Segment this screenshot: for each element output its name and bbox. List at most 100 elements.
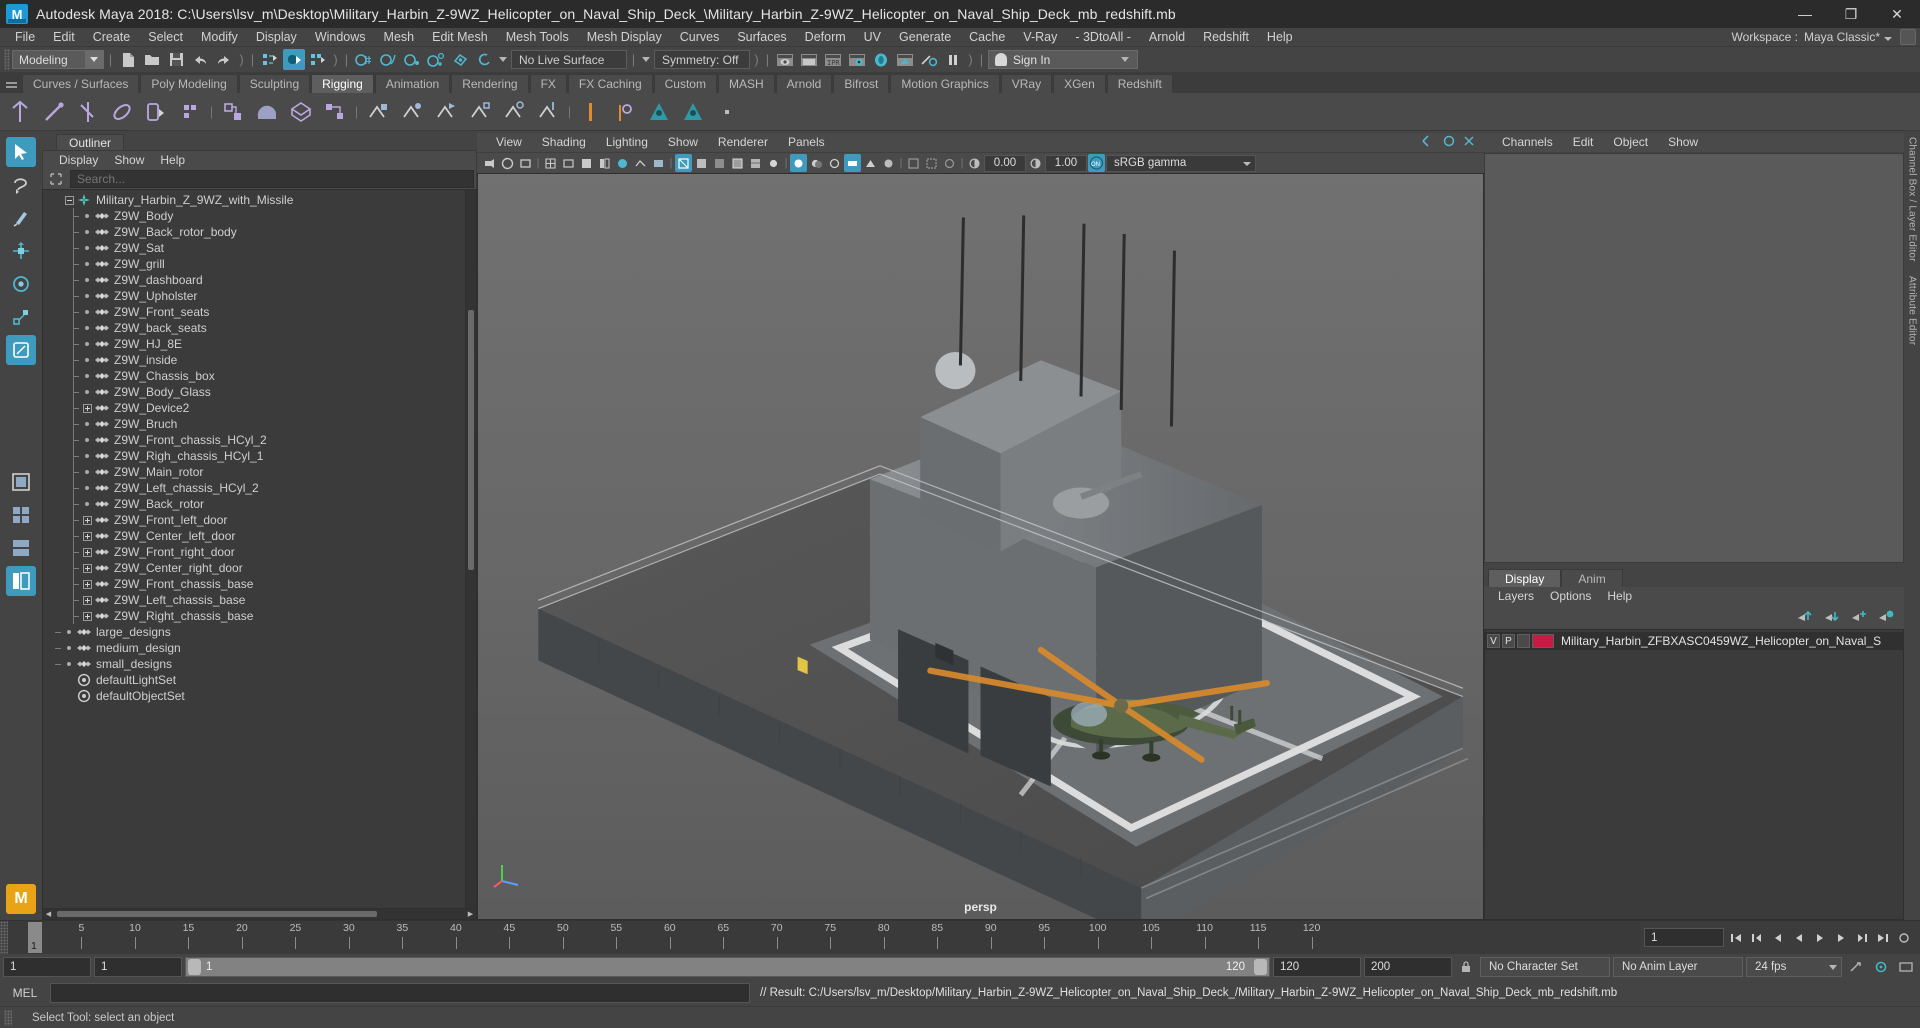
chevron-down-icon[interactable] xyxy=(1119,50,1131,69)
workspace-settings-icon[interactable] xyxy=(1900,29,1916,45)
render-current-frame-icon[interactable] xyxy=(774,49,796,70)
pause-render-icon[interactable] xyxy=(942,49,964,70)
menu-item-curves[interactable]: Curves xyxy=(671,28,729,47)
close-button[interactable]: ✕ xyxy=(1874,0,1920,28)
shaded-wireframe-icon[interactable] xyxy=(729,154,746,172)
shelf-tab-xgen[interactable]: XGen xyxy=(1053,74,1106,93)
select-object-icon[interactable] xyxy=(283,49,305,70)
snap-to-grid-icon[interactable] xyxy=(353,49,375,70)
paint-skin-weights-icon[interactable] xyxy=(174,96,206,128)
range-slider[interactable]: 1 120 xyxy=(185,957,1270,977)
menu-set-selector[interactable]: Modeling xyxy=(12,50,104,69)
menu-item-help[interactable]: Help xyxy=(1258,28,1302,47)
go-to-start-icon[interactable] xyxy=(1726,928,1745,947)
edge-tab-attribute-editor[interactable]: Attribute Editor xyxy=(1907,276,1918,345)
shelf-tab-sculpting[interactable]: Sculpting xyxy=(238,74,311,93)
viewport-menu-lighting[interactable]: Lighting xyxy=(597,133,657,152)
channel-box-content[interactable] xyxy=(1484,153,1904,563)
shelf-tab-mash[interactable]: MASH xyxy=(717,74,775,93)
outliner-row[interactable]: Z9W_Center_left_door xyxy=(43,528,465,544)
insert-joint-icon[interactable] xyxy=(106,96,138,128)
layer-shading-toggle[interactable] xyxy=(1517,634,1530,648)
move-tool-icon[interactable] xyxy=(6,236,36,266)
anim-end-field[interactable]: 200 xyxy=(1364,957,1452,977)
menu-item-create[interactable]: Create xyxy=(84,28,140,47)
outliner-row[interactable]: Z9W_Back_rotor_body xyxy=(43,224,465,240)
outliner-row[interactable]: Z9W_Front_chassis_base xyxy=(43,576,465,592)
chevron-down-icon[interactable] xyxy=(85,51,103,68)
outliner-row[interactable]: Z9W_Body xyxy=(43,208,465,224)
chevron-down-icon[interactable] xyxy=(1821,958,1833,977)
create-new-layer-icon[interactable] xyxy=(1850,609,1867,626)
multisample-aa-icon[interactable] xyxy=(862,154,879,172)
gate-mask-icon[interactable] xyxy=(596,154,613,172)
panel-undock-icon[interactable] xyxy=(1442,135,1456,150)
menu-item-edit-mesh[interactable]: Edit Mesh xyxy=(423,28,497,47)
search-input[interactable] xyxy=(70,169,474,188)
motion-blur-icon[interactable] xyxy=(844,154,861,172)
shelf-tab-poly-modeling[interactable]: Poly Modeling xyxy=(140,74,238,93)
select-hierarchy-icon[interactable] xyxy=(259,49,281,70)
human-ik-icon[interactable] xyxy=(643,96,675,128)
move-layer-up-icon[interactable] xyxy=(1796,609,1813,626)
shelf-menu-icon[interactable] xyxy=(0,72,22,93)
lasso-tool-icon[interactable] xyxy=(6,170,36,200)
playback-end-field[interactable]: 120 xyxy=(1273,957,1361,977)
four-view-layout-icon[interactable] xyxy=(6,500,36,530)
expander-expand-icon[interactable] xyxy=(81,560,93,576)
exposure-toggle-icon[interactable] xyxy=(614,154,631,172)
shelf-tab-redshift[interactable]: Redshift xyxy=(1106,74,1173,93)
shelf-tab-bifrost[interactable]: Bifrost xyxy=(833,74,890,93)
smooth-shade-icon[interactable] xyxy=(693,154,710,172)
maximize-button[interactable]: ❐ xyxy=(1828,0,1874,28)
image-plane-icon[interactable] xyxy=(650,154,667,172)
shelf-tab-curves-surfaces[interactable]: Curves / Surfaces xyxy=(22,74,140,93)
expander-expand-icon[interactable] xyxy=(81,512,93,528)
outliner-row[interactable]: defaultLightSet xyxy=(43,672,465,688)
outliner-row[interactable]: Z9W_Sat xyxy=(43,240,465,256)
outliner-row[interactable]: Z9W_Front_seats xyxy=(43,304,465,320)
menu-item-arnold[interactable]: Arnold xyxy=(1140,28,1194,47)
step-back-key-icon[interactable] xyxy=(1747,928,1766,947)
outliner-row[interactable]: Z9W_Left_chassis_base xyxy=(43,592,465,608)
snap-to-point-icon[interactable] xyxy=(401,49,423,70)
orient-constraint-icon[interactable] xyxy=(430,96,462,128)
outliner-row[interactable]: Z9W_Left_chassis_HCyl_2 xyxy=(43,480,465,496)
channelbox-menu-show[interactable]: Show xyxy=(1658,133,1708,152)
use-all-lights-icon[interactable] xyxy=(790,154,807,172)
redo-render-icon[interactable] xyxy=(798,49,820,70)
outliner-row[interactable]: defaultObjectSet xyxy=(43,688,465,704)
render-view-icon[interactable] xyxy=(894,49,916,70)
cluster-deformer-icon[interactable] xyxy=(251,96,283,128)
render-region-icon[interactable] xyxy=(918,49,940,70)
outliner-vertical-scrollbar[interactable] xyxy=(465,190,476,908)
range-start-field[interactable]: 1 xyxy=(3,957,91,977)
outliner-row[interactable]: medium_design xyxy=(43,640,465,656)
shelf-tab-animation[interactable]: Animation xyxy=(374,74,451,93)
workspace-selector[interactable]: Workspace : Maya Classic* xyxy=(1732,29,1920,45)
channelbox-menu-edit[interactable]: Edit xyxy=(1563,133,1604,152)
toolbar-grip[interactable] xyxy=(4,49,10,70)
chevron-down-icon[interactable] xyxy=(1243,161,1251,166)
outliner-row[interactable]: Z9W_HJ_8E xyxy=(43,336,465,352)
outliner-layout-icon[interactable] xyxy=(6,566,36,596)
outliner-row[interactable]: large_designs xyxy=(43,624,465,640)
range-right-handle[interactable] xyxy=(1254,959,1267,975)
quick-rig-icon[interactable] xyxy=(609,96,641,128)
depth-of-field-icon[interactable] xyxy=(880,154,897,172)
viewport-menu-shading[interactable]: Shading xyxy=(533,133,595,152)
auto-key-icon[interactable] xyxy=(1845,957,1867,977)
hypershade-icon[interactable] xyxy=(870,49,892,70)
human-ik-define-icon[interactable] xyxy=(677,96,709,128)
time-slider-track[interactable]: 1 5 10 15 20 25 30 35 40 45 50 55 60 65 70 75 80 85 90 95 1… xyxy=(8,921,1640,954)
snap-to-view-plane-icon[interactable] xyxy=(449,49,471,70)
exposure-decrease-icon[interactable] xyxy=(966,154,983,172)
gamma-icon[interactable] xyxy=(1027,154,1044,172)
film-gate-icon[interactable] xyxy=(560,154,577,172)
outliner-row[interactable]: Z9W_Upholster xyxy=(43,288,465,304)
select-camera-icon[interactable] xyxy=(481,154,498,172)
move-layer-down-icon[interactable] xyxy=(1823,609,1840,626)
timeline-grip[interactable] xyxy=(0,921,8,954)
chevron-down-icon[interactable] xyxy=(497,50,509,69)
layer-tab-display[interactable]: Display xyxy=(1488,569,1562,587)
